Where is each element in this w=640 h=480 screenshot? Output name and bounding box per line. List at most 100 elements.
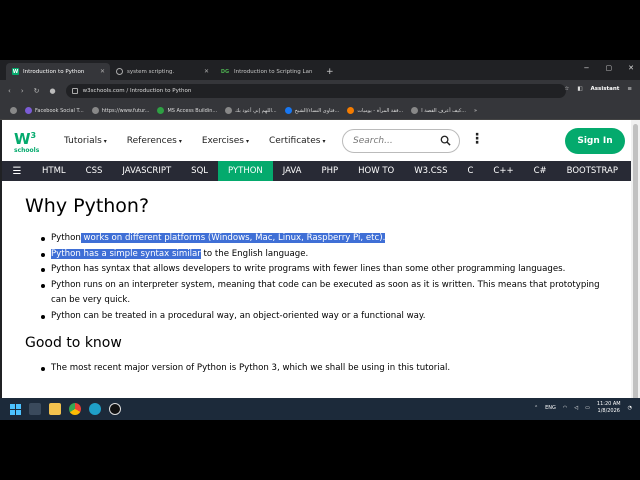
edge-icon[interactable]: [89, 403, 101, 415]
topics-nav: ☰ HTML CSS JAVASCRIPT SQL PYTHON JAVA PH…: [2, 161, 631, 181]
caret-down-icon: ▾: [178, 137, 182, 145]
nav-bootstrap[interactable]: BOOTSTRAP: [557, 161, 628, 181]
tab-close-icon[interactable]: ✕: [100, 68, 105, 75]
nav-css[interactable]: CSS: [76, 161, 113, 181]
nav-sql[interactable]: SQL: [181, 161, 218, 181]
obs-icon[interactable]: [109, 403, 121, 415]
clock-date: 1/8/2026: [597, 408, 620, 414]
w3schools-header: W3 schools Tutorials ▾ References ▾ Exerci…: [2, 120, 631, 161]
bookmark-item[interactable]: https://www.futur...: [91, 107, 150, 114]
bookmark-favicon-icon: [411, 107, 419, 114]
forward-button[interactable]: ›: [21, 87, 24, 95]
menu-tutorials[interactable]: Tutorials ▾: [64, 136, 107, 146]
tab-label: Introduction to Python: [23, 68, 85, 75]
bookmark-item[interactable]: MS Access Buildin...: [157, 107, 217, 114]
menu-certificates[interactable]: Certificates ▾: [269, 136, 325, 146]
nav-html[interactable]: HTML: [32, 161, 76, 181]
bookmarks-more-button[interactable]: »: [474, 108, 477, 114]
section-heading: Good to know: [25, 334, 122, 351]
bookmark-item[interactable]: كيف أعرف القصة ا...: [411, 107, 466, 114]
desktop-screen: W Introduction to Python ✕ system script…: [0, 60, 640, 420]
nav-python[interactable]: PYTHON: [218, 161, 273, 181]
w3schools-favicon-icon: W: [12, 68, 19, 75]
hamburger-menu-icon[interactable]: ☰: [2, 166, 32, 177]
list-item: Python has a simple syntax similar to th…: [25, 247, 605, 263]
search-input[interactable]: Search...: [342, 129, 460, 153]
nav-cpp[interactable]: C++: [483, 161, 523, 181]
tab-system-scripting[interactable]: system scripting. ✕: [110, 63, 214, 80]
extensions-icon[interactable]: ◧: [577, 86, 582, 92]
taskbar-app-icon[interactable]: [29, 403, 41, 415]
maximize-button[interactable]: ▢: [606, 64, 613, 72]
list-item: Python has syntax that allows developers…: [25, 262, 605, 278]
globe-icon: [116, 68, 123, 75]
bookmark-item[interactable]: فتاوى النساء/الشيخ...: [284, 107, 339, 114]
bookmark-item[interactable]: فقة المرأة - يوميات...: [347, 107, 403, 114]
assistant-button[interactable]: Assistant: [591, 86, 620, 92]
nav-javascript[interactable]: JAVASCRIPT: [112, 161, 181, 181]
close-window-button[interactable]: ✕: [628, 64, 634, 72]
windows-taskbar: ⌃ ENG ◠ ◁ ▭ 11:20 AM 1/8/2026 ◔: [0, 398, 640, 420]
search-placeholder: Search...: [353, 136, 393, 146]
battery-icon[interactable]: ▭: [585, 405, 590, 411]
windows-start-icon[interactable]: [10, 403, 21, 415]
bookmark-favicon-icon: [91, 107, 99, 114]
tray-chevron-icon[interactable]: ⌃: [534, 405, 538, 411]
bookmark-item[interactable]: اللهم إني أعوذ بك...: [225, 107, 277, 114]
system-tray: ⌃ ENG ◠ ◁ ▭ 11:20 AM 1/8/2026 ◔: [534, 401, 632, 415]
page-title: Why Python?: [25, 195, 150, 217]
browser-tabstrip: W Introduction to Python ✕ system script…: [0, 60, 640, 80]
why-python-list: Python works on different platforms (Win…: [25, 231, 605, 325]
sign-in-button[interactable]: Sign In: [565, 128, 625, 154]
bookmark-item[interactable]: Facebook Social T...: [25, 107, 84, 114]
list-item: Python runs on an interpreter system, me…: [25, 278, 605, 309]
nav-how-to[interactable]: HOW TO: [348, 161, 404, 181]
nav-csharp[interactable]: C#: [524, 161, 557, 181]
chrome-icon[interactable]: [69, 403, 81, 415]
page-scrollbar[interactable]: [631, 120, 640, 420]
menu-exercises[interactable]: Exercises ▾: [202, 136, 249, 146]
tab-introduction-to-scripting[interactable]: DG Introduction to Scripting Lan: [214, 63, 318, 80]
file-explorer-icon[interactable]: [49, 403, 61, 415]
good-to-know-list: The most recent major version of Python …: [25, 361, 605, 377]
bookmark-star-icon[interactable]: ☆: [564, 86, 569, 92]
bookmark-label: كيف أعرف القصة ا...: [421, 107, 467, 114]
search-icon[interactable]: [440, 135, 451, 146]
language-indicator[interactable]: ENG: [545, 405, 556, 411]
nav-w3css[interactable]: W3.CSS: [404, 161, 457, 181]
bookmark-favicon-icon: [10, 107, 17, 114]
minimize-button[interactable]: −: [584, 64, 590, 72]
bookmark-label: https://www.futur...: [101, 107, 150, 114]
new-tab-button[interactable]: +: [326, 67, 334, 77]
tab-label: Introduction to Scripting Lan: [234, 68, 313, 75]
url-text: w3schools.com / Introduction to Python: [82, 88, 192, 94]
nav-c[interactable]: C: [457, 161, 483, 181]
tab-introduction-to-python[interactable]: W Introduction to Python ✕: [6, 63, 110, 80]
url-input[interactable]: w3schools.com / Introduction to Python: [65, 84, 566, 98]
back-button[interactable]: ‹: [8, 87, 11, 95]
reload-button[interactable]: ↻: [34, 87, 40, 95]
menu-references[interactable]: References ▾: [127, 136, 182, 146]
site-info-icon[interactable]: [71, 88, 78, 94]
address-bar-row: ‹ › ↻ ● w3schools.com / Introduction to …: [0, 80, 640, 102]
w3schools-logo[interactable]: W3 schools: [14, 128, 42, 154]
tab-close-icon[interactable]: ✕: [204, 68, 209, 75]
clock[interactable]: 11:20 AM 1/8/2026: [597, 401, 621, 415]
caret-down-icon: ▾: [103, 137, 107, 145]
more-options-icon[interactable]: ⋮: [470, 132, 484, 146]
bookmark-favicon-icon: [225, 107, 233, 114]
microphone-icon[interactable]: ●: [50, 87, 56, 95]
bookmark-label: فقة المرأة - يوميات...: [357, 107, 404, 114]
list-item: The most recent major version of Python …: [25, 361, 605, 377]
bookmark-label: MS Access Buildin...: [167, 107, 218, 114]
caret-down-icon: ▾: [322, 137, 326, 145]
scrollbar-thumb[interactable]: [633, 124, 638, 410]
nav-php[interactable]: PHP: [311, 161, 348, 181]
menu-icon[interactable]: ≡: [627, 86, 632, 92]
clock-time: 11:20 AM: [596, 401, 621, 407]
wifi-icon[interactable]: ◠: [563, 405, 567, 411]
nav-java[interactable]: JAVA: [273, 161, 312, 181]
volume-icon[interactable]: ◁: [574, 405, 578, 411]
bookmark-item[interactable]: [10, 107, 17, 114]
notification-bell-icon[interactable]: ◔: [628, 405, 632, 411]
